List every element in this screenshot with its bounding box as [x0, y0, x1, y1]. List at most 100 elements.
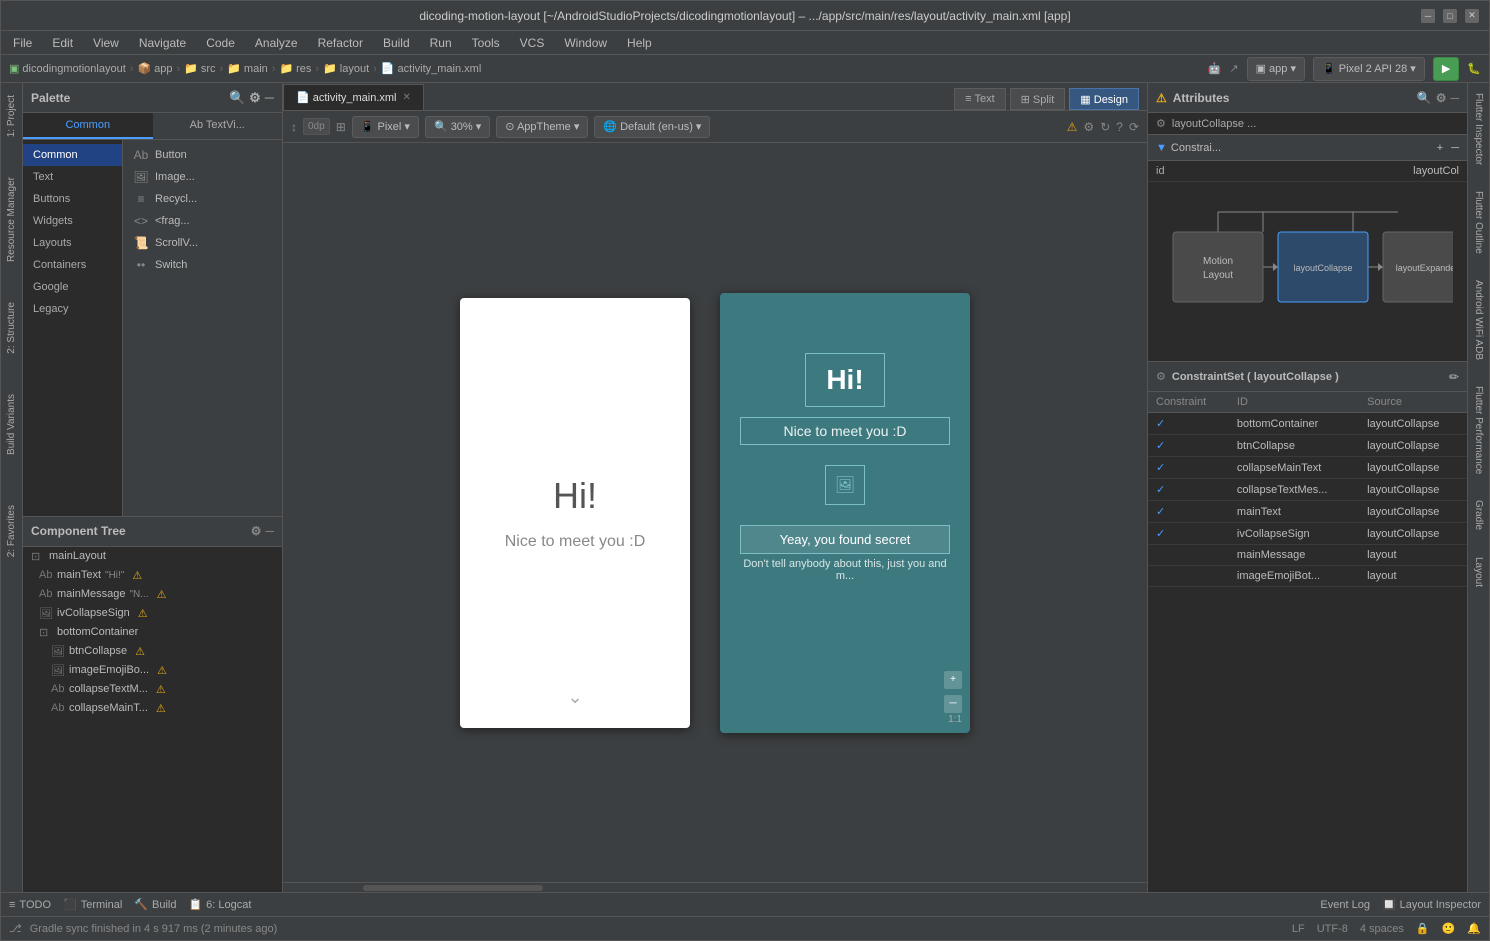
bc-res[interactable]: 📁 res — [279, 62, 311, 75]
menu-view[interactable]: View — [89, 34, 123, 52]
maximize-btn[interactable]: □ — [1443, 9, 1457, 23]
cat-containers[interactable]: Containers — [23, 254, 122, 276]
locale-dropdown[interactable]: 🌐 Default (en-us) ▾ — [594, 116, 710, 138]
build-btn[interactable]: 🔨 Build — [134, 898, 176, 911]
theme-dropdown[interactable]: ⊙ AppTheme ▾ — [496, 116, 588, 138]
table-row[interactable]: imageEmojiBot... layout — [1148, 566, 1467, 587]
palette-tab-textview[interactable]: Ab TextVi... — [153, 113, 283, 139]
layout-inspector-btn[interactable]: 🔲 Layout Inspector — [1382, 898, 1481, 911]
grid-icon[interactable]: ⊞ — [336, 120, 346, 134]
ct-settings-icon[interactable]: ⚙ — [251, 524, 262, 538]
attr-settings-icon[interactable]: ⚙ — [1436, 91, 1447, 105]
table-row[interactable]: ✓ ivCollapseSign layoutCollapse — [1148, 523, 1467, 545]
palette-item-fragment[interactable]: <> <frag... — [127, 210, 278, 232]
ct-item-bottom-container[interactable]: ⊡ bottomContainer — [23, 623, 282, 642]
menu-refactor[interactable]: Refactor — [314, 34, 367, 52]
table-row[interactable]: ✓ collapseMainText layoutCollapse — [1148, 457, 1467, 479]
menu-window[interactable]: Window — [560, 34, 611, 52]
menu-analyze[interactable]: Analyze — [251, 34, 302, 52]
attr-minimize-icon[interactable]: ─ — [1450, 91, 1459, 105]
ct-item-collapse-text[interactable]: Ab collapseTextM... ⚠ — [23, 680, 282, 699]
close-btn[interactable]: ✕ — [1465, 9, 1479, 23]
view-split-btn[interactable]: ⊞ Split — [1010, 88, 1066, 110]
palette-item-switch[interactable]: •• Switch — [127, 254, 278, 276]
file-tab-activity-main[interactable]: 📄 activity_main.xml ✕ — [283, 84, 424, 110]
cat-common[interactable]: Common — [23, 144, 122, 166]
project-tab[interactable]: 1: Project — [3, 89, 20, 143]
palette-item-recyclerview[interactable]: ≡ Recycl... — [127, 188, 278, 210]
logcat-btn[interactable]: 📋 6: Logcat — [188, 898, 251, 911]
dp-zero-icon[interactable]: 0dp — [303, 118, 330, 135]
zoom-dropdown[interactable]: 🔍 30% ▾ — [425, 116, 490, 138]
palette-tab-common[interactable]: Common — [23, 113, 153, 139]
menu-help[interactable]: Help — [623, 34, 656, 52]
flutter-outline-tab[interactable]: Flutter Outline — [1470, 185, 1487, 260]
attr-search-icon[interactable]: 🔍 — [1417, 91, 1432, 105]
favorites-tab[interactable]: 2: Favorites — [3, 499, 20, 563]
table-row[interactable]: ✓ collapseTextMes... layoutCollapse — [1148, 479, 1467, 501]
debug-icon[interactable]: 🐛 — [1467, 62, 1481, 75]
table-row[interactable]: ✓ btnCollapse layoutCollapse — [1148, 435, 1467, 457]
orient-icon[interactable]: ↕ — [291, 120, 297, 134]
bc-main[interactable]: 📁 main — [227, 62, 268, 75]
cat-layouts[interactable]: Layouts — [23, 232, 122, 254]
palette-search-icon[interactable]: 🔍 — [229, 90, 245, 106]
bc-src[interactable]: 📁 src — [184, 62, 215, 75]
cat-google[interactable]: Google — [23, 276, 122, 298]
table-row[interactable]: ✓ mainText layoutCollapse — [1148, 501, 1467, 523]
todo-btn[interactable]: ≡ TODO — [9, 899, 51, 911]
ct-item-btn-collapse[interactable]: 🖼 btnCollapse ⚠ — [23, 642, 282, 661]
remove-constraint-icon[interactable]: ─ — [1451, 142, 1459, 154]
palette-item-button[interactable]: Ab Button — [127, 144, 278, 166]
ct-item-iv-collapse[interactable]: 🖼 ivCollapseSign ⚠ — [23, 604, 282, 623]
flutter-performance-tab[interactable]: Flutter Performance — [1470, 380, 1487, 480]
bc-layout[interactable]: 📁 layout — [323, 62, 369, 75]
teal-plus-icon[interactable]: + — [944, 671, 962, 689]
pixel-dropdown[interactable]: 📱 Pixel ▾ — [352, 116, 419, 138]
menu-file[interactable]: File — [9, 34, 36, 52]
ct-item-image-emoji[interactable]: 🖼 imageEmojiBo... ⚠ — [23, 661, 282, 680]
cat-buttons[interactable]: Buttons — [23, 188, 122, 210]
add-constraint-icon[interactable]: + — [1437, 142, 1443, 154]
android-icon[interactable]: 🤖 — [1208, 62, 1222, 75]
terminal-btn[interactable]: ⬛ Terminal — [63, 898, 122, 911]
device-dropdown[interactable]: 📱 Pixel 2 API 28 ▾ — [1313, 57, 1425, 81]
ct-item-main-text[interactable]: Ab mainText "Hi!" ⚠ — [23, 566, 282, 585]
menu-edit[interactable]: Edit — [48, 34, 77, 52]
constraint-section-header[interactable]: ▼ Constrai... + ─ — [1148, 135, 1467, 161]
refresh-icon[interactable]: ⟳ — [1129, 120, 1139, 134]
menu-code[interactable]: Code — [202, 34, 239, 52]
palette-settings-icon[interactable]: ⚙ — [249, 90, 261, 106]
palette-minimize-icon[interactable]: ─ — [265, 90, 274, 106]
event-log-btn[interactable]: Event Log — [1320, 898, 1370, 911]
flutter-inspector-tab[interactable]: Flutter Inspector — [1470, 87, 1487, 171]
ct-minimize-icon[interactable]: ─ — [265, 524, 274, 538]
cursor-icon[interactable]: ↗ — [1229, 62, 1238, 75]
run-button[interactable]: ▶ — [1433, 57, 1459, 81]
help-icon[interactable]: ? — [1116, 120, 1123, 134]
structure-tab[interactable]: 2: Structure — [3, 296, 20, 360]
view-text-btn[interactable]: ≡ Text — [954, 88, 1005, 110]
sync-icon[interactable]: ↻ — [1100, 120, 1110, 134]
bc-file[interactable]: 📄 activity_main.xml — [381, 62, 481, 75]
ct-item-collapse-main[interactable]: Ab collapseMainT... ⚠ — [23, 699, 282, 718]
menu-vcs[interactable]: VCS — [516, 34, 549, 52]
layout-tab[interactable]: Layout — [1470, 551, 1487, 593]
gradle-tab[interactable]: Gradle — [1470, 494, 1487, 536]
menu-navigate[interactable]: Navigate — [135, 34, 190, 52]
ct-item-main-layout[interactable]: ⊡ mainLayout — [23, 547, 282, 566]
app-dropdown[interactable]: ▣ app ▾ — [1247, 57, 1305, 81]
minimize-btn[interactable]: ─ — [1421, 9, 1435, 23]
table-row[interactable]: mainMessage layout — [1148, 545, 1467, 566]
cs-edit-icon[interactable]: ✏ — [1449, 370, 1459, 384]
bc-app[interactable]: 📦 app — [137, 62, 172, 75]
bc-module[interactable]: ▣ dicodingmotionlayout — [9, 62, 126, 75]
palette-item-scrollview[interactable]: 📜 ScrollV... — [127, 232, 278, 254]
menu-tools[interactable]: Tools — [468, 34, 504, 52]
teal-minus-icon[interactable]: ─ — [944, 695, 962, 713]
menu-build[interactable]: Build — [379, 34, 414, 52]
view-design-btn[interactable]: ▦ Design — [1069, 88, 1139, 110]
resource-manager-tab[interactable]: Resource Manager — [3, 171, 20, 268]
ct-item-main-message[interactable]: Ab mainMessage "N... ⚠ — [23, 585, 282, 604]
android-wifi-adb-tab[interactable]: Android WiFi ADB — [1470, 274, 1487, 366]
